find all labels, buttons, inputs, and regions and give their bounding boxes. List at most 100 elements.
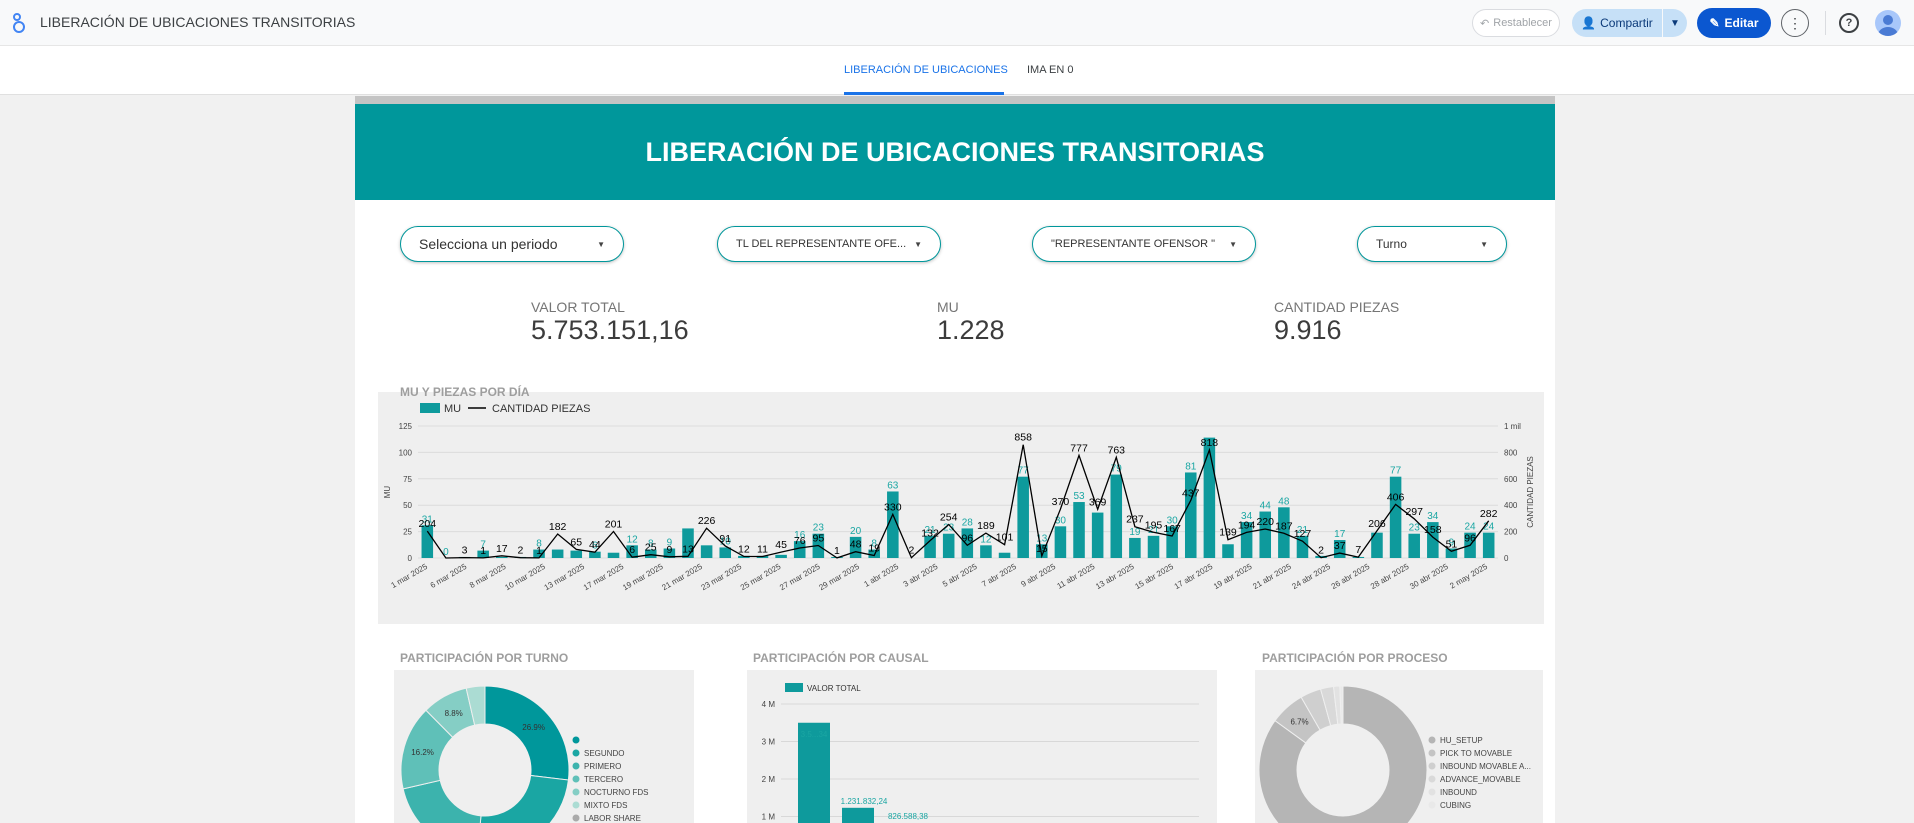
pie-slice[interactable] xyxy=(402,779,482,823)
piezas-point-label: 189 xyxy=(977,520,995,532)
piezas-point-label: 9 xyxy=(666,544,672,556)
tab-ima-en-0[interactable]: IMA EN 0 xyxy=(1027,64,1073,76)
account-icon xyxy=(1878,15,1898,36)
piezas-line[interactable] xyxy=(426,444,1490,559)
y-tick-label: 3 M xyxy=(762,738,776,747)
mu-bar[interactable] xyxy=(421,525,434,558)
pie-slice[interactable] xyxy=(478,774,569,823)
mu-bar[interactable] xyxy=(1110,474,1123,558)
x-tick-label: 2 may 2025 xyxy=(1448,562,1489,591)
period-filter[interactable]: Selecciona un periodo ▼ xyxy=(400,226,624,262)
causal-bar-chart[interactable]: VALOR TOTAL 4 M 3 M 2 M 1 M 3.5...34 1.231.832… xyxy=(747,670,1217,823)
y-tick-label: 25 xyxy=(403,528,412,537)
mu-bar-label: 24 xyxy=(1465,522,1477,533)
legend-label-mu: MU xyxy=(444,403,461,415)
dropdown-arrow-icon: ▼ xyxy=(1480,239,1488,249)
kpi-mu-label: MU xyxy=(937,299,959,315)
share-options-button[interactable]: ▼ xyxy=(1663,9,1687,37)
mu-bar[interactable] xyxy=(607,552,620,558)
mu-bar[interactable] xyxy=(1184,472,1197,558)
piezas-point-label: 37 xyxy=(1334,540,1346,552)
mu-bar[interactable] xyxy=(980,545,992,558)
pie-slice-label: 8.8% xyxy=(445,709,463,718)
help-button[interactable]: ? xyxy=(1839,13,1859,33)
pie-slice[interactable] xyxy=(484,685,570,781)
piezas-point-label: 95 xyxy=(813,532,825,544)
edit-button[interactable]: ✎ Editar xyxy=(1697,8,1771,38)
reset-button[interactable]: ↶ Restablecer xyxy=(1472,9,1560,37)
mu-bar[interactable] xyxy=(1054,526,1067,558)
x-tick-label: 1 abr 2025 xyxy=(862,562,900,589)
share-button[interactable]: 👤 Compartir xyxy=(1572,9,1662,37)
piezas-point-label: 2 xyxy=(517,545,523,557)
piezas-point-label: 1 xyxy=(536,545,542,557)
piezas-point-label: 297 xyxy=(1405,506,1423,518)
y-tick-label: 0 xyxy=(408,554,413,563)
y2-tick-label: 0 xyxy=(1504,554,1509,563)
x-tick-label: 10 mar 2025 xyxy=(503,562,547,593)
piezas-point-label: 45 xyxy=(775,539,787,551)
mu-bar[interactable] xyxy=(1091,512,1104,558)
banner-title: LIBERACIÓN DE UBICACIONES TRANSITORIAS xyxy=(645,136,1265,167)
mu-bar[interactable] xyxy=(942,533,955,558)
mu-bar-label: 77 xyxy=(1390,466,1402,477)
proceso-donut-chart[interactable]: 6.7% HU_SETUP PICK TO MOVABLE INBOUND MOVAB… xyxy=(1255,670,1543,823)
legend-dot xyxy=(572,814,580,822)
reset-label: Restablecer xyxy=(1493,17,1552,29)
mu-bar[interactable] xyxy=(775,554,787,558)
piezas-point-label: 1 xyxy=(834,545,840,557)
piezas-point-label: 7 xyxy=(1355,544,1361,556)
share-label: Compartir xyxy=(1600,16,1653,30)
x-tick-label: 6 mar 2025 xyxy=(429,562,469,590)
x-tick-label: 5 abr 2025 xyxy=(941,562,979,589)
mu-bar[interactable] xyxy=(1389,476,1402,558)
mu-bar[interactable] xyxy=(496,556,508,558)
canvas-top-strip xyxy=(355,96,1555,104)
piezas-point-label: 6 xyxy=(629,544,635,556)
causal-bar[interactable] xyxy=(842,807,874,823)
report-title[interactable]: LIBERACIÓN DE UBICACIONES TRANSITORIAS xyxy=(40,14,355,30)
x-tick-label: 27 mar 2025 xyxy=(778,562,822,593)
mu-bar[interactable] xyxy=(1222,544,1234,558)
mu-bar[interactable] xyxy=(1408,533,1420,558)
looker-studio-logo-icon[interactable] xyxy=(10,12,30,34)
mu-bar[interactable] xyxy=(1017,476,1029,558)
x-tick-label: 19 mar 2025 xyxy=(621,562,665,593)
piezas-point-label: 132 xyxy=(921,528,939,540)
legend-label: MIXTO FDS xyxy=(584,801,627,810)
kpi-mu-value: 1.228 xyxy=(937,315,1005,345)
mu-bar[interactable] xyxy=(1482,532,1495,558)
y-tick-label: 50 xyxy=(403,501,412,510)
active-tab-indicator xyxy=(844,92,1004,95)
mu-bar[interactable] xyxy=(570,550,583,558)
proceso-chart-title: PARTICIPACIÓN POR PROCESO xyxy=(1262,651,1448,665)
avatar[interactable] xyxy=(1875,10,1901,36)
more-vert-icon: ⋮ xyxy=(1788,14,1802,31)
representante-ofensor-filter[interactable]: "REPRESENTANTE OFENSOR " ▼ xyxy=(1032,226,1256,262)
report-canvas: LIBERACIÓN DE UBICACIONES TRANSITORIAS S… xyxy=(355,96,1555,823)
mu-bar[interactable] xyxy=(1147,535,1160,558)
y2-tick-label: 600 xyxy=(1504,475,1518,484)
mu-piezas-chart[interactable]: MU CANTIDAD PIEZAS125 1 mil100 80075 60050 40… xyxy=(378,392,1544,624)
legend-dot xyxy=(572,749,580,757)
tab-liberacion-ubicaciones[interactable]: LIBERACIÓN DE UBICACIONES xyxy=(844,64,1008,76)
mu-bar[interactable] xyxy=(1073,502,1085,558)
piezas-point-label: 91 xyxy=(719,533,731,545)
legend-label: NOCTURNO FDS xyxy=(584,788,648,797)
mu-bar[interactable] xyxy=(1203,437,1216,558)
mu-bar[interactable] xyxy=(700,545,713,558)
y-tick-label: 1 M xyxy=(762,813,776,822)
turno-filter[interactable]: Turno ▼ xyxy=(1357,226,1507,262)
mu-bar[interactable] xyxy=(551,549,564,558)
x-tick-label: 9 abr 2025 xyxy=(1020,562,1058,589)
legend-dot xyxy=(572,788,580,796)
mu-bar[interactable] xyxy=(998,552,1011,558)
tl-representante-filter[interactable]: TL DEL REPRESENTANTE OFE... ▼ xyxy=(717,226,941,262)
legend-label: HU_SETUP xyxy=(1440,736,1483,745)
pie-slice-label: 26.9% xyxy=(522,723,545,732)
mu-bar[interactable] xyxy=(719,547,732,558)
turno-donut-chart[interactable]: 26.9% 16.2% 8.8% SEGUNDO PRIMERO TERCERO NOCTU… xyxy=(394,670,694,823)
more-options-button[interactable]: ⋮ xyxy=(1781,9,1809,37)
mu-bar[interactable] xyxy=(1129,537,1141,558)
mu-bar-label: 24 xyxy=(1483,522,1495,533)
